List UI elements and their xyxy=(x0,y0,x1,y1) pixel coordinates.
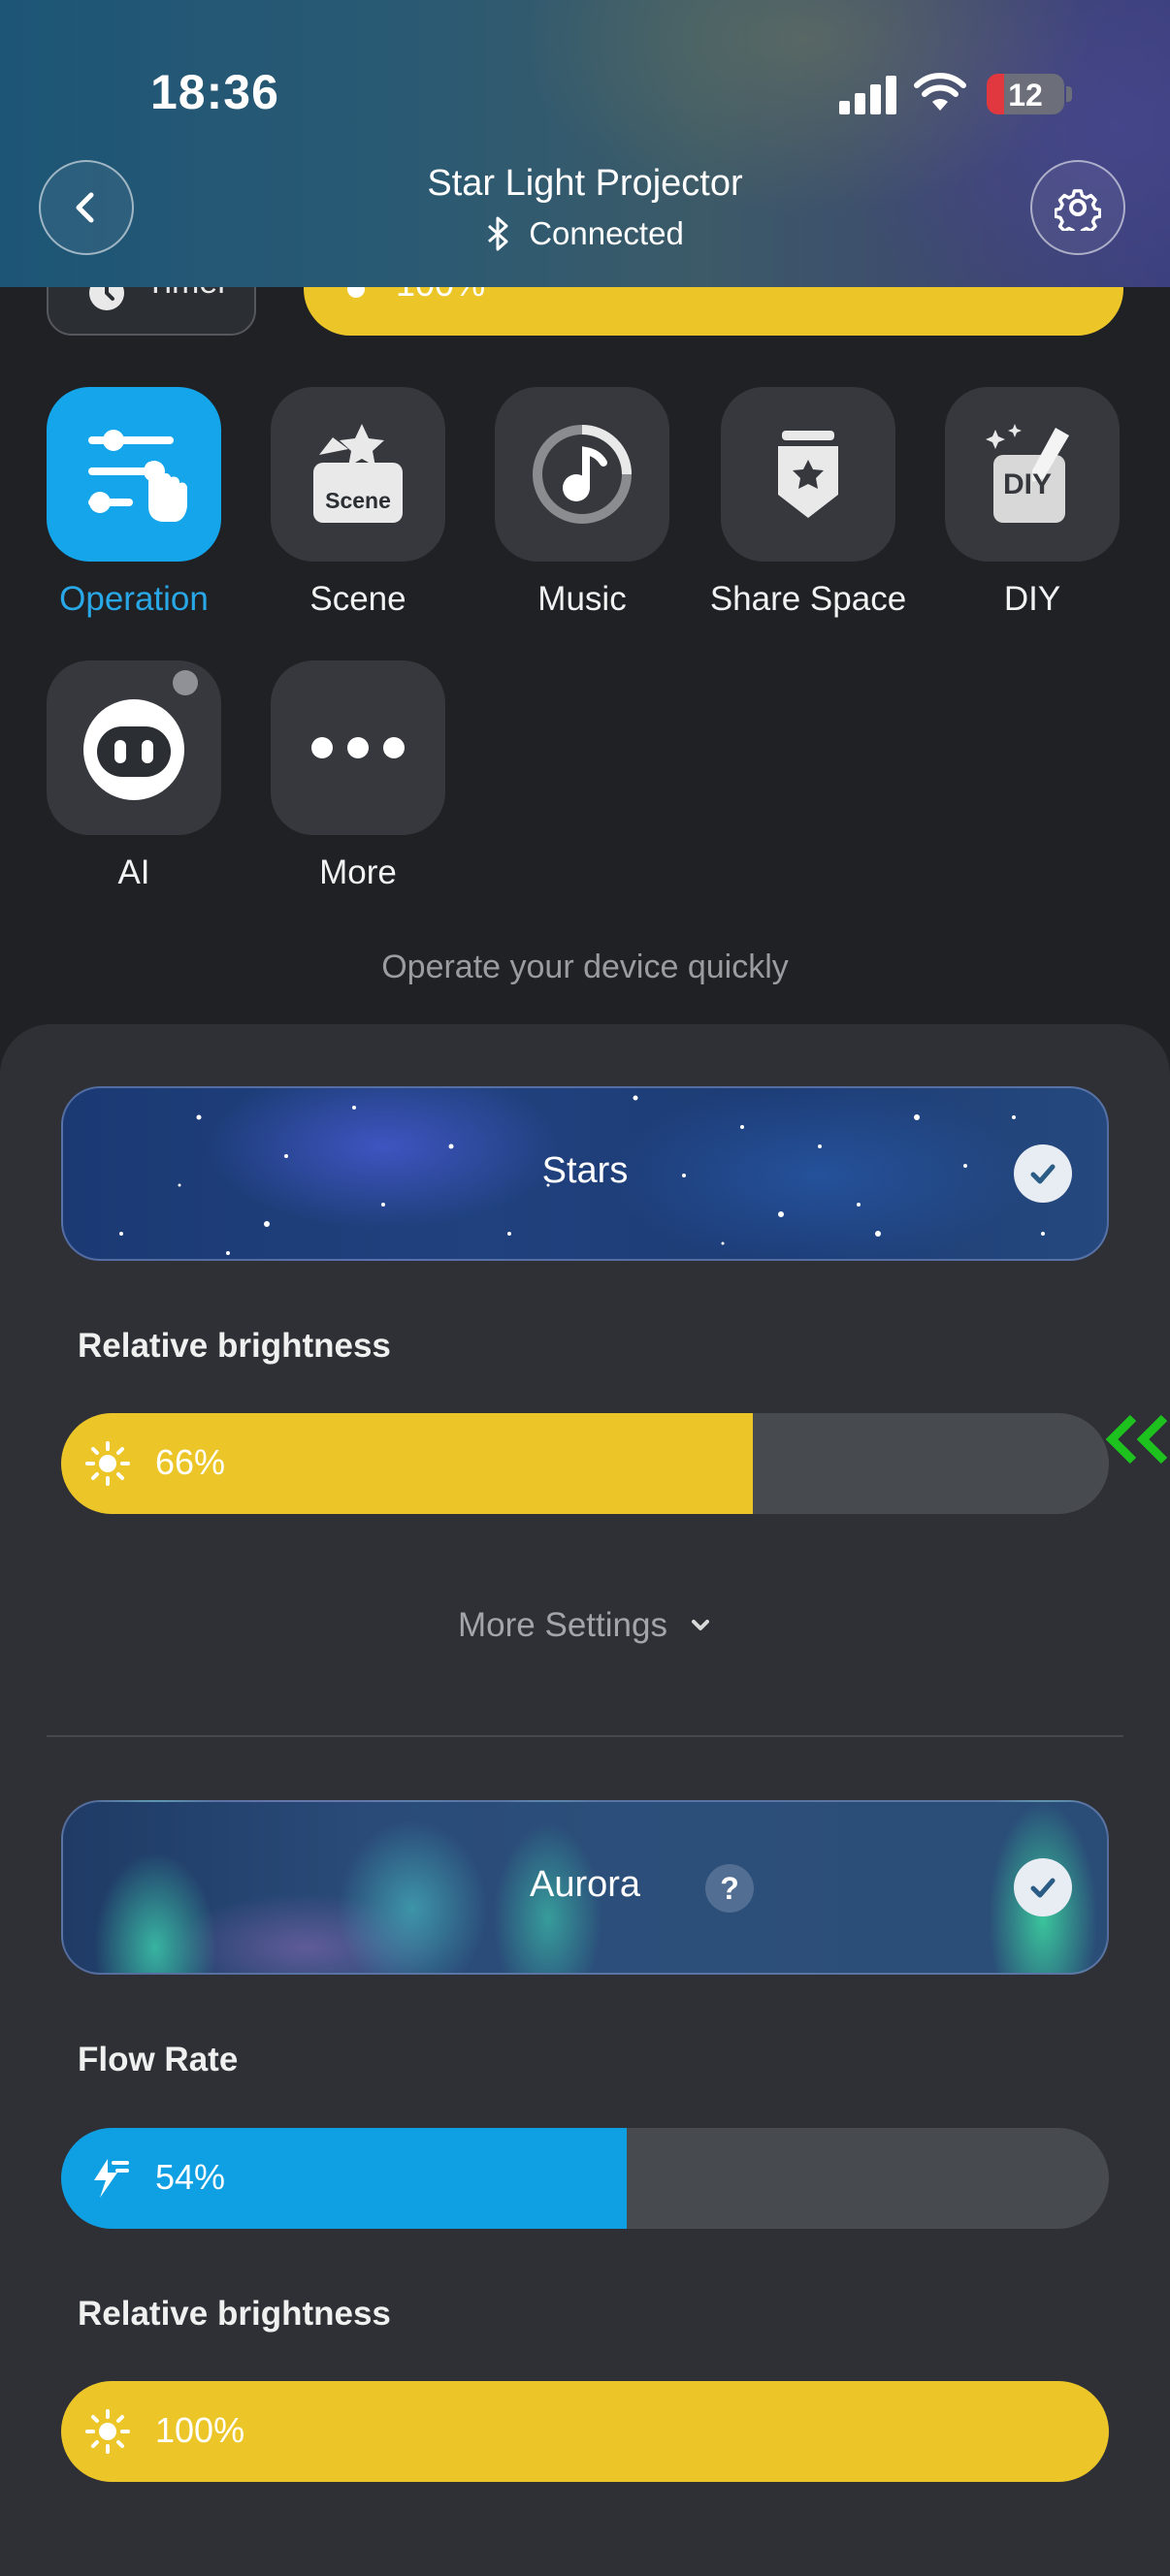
connection-status-text: Connected xyxy=(529,215,684,251)
stars-brightness-label: Relative brightness xyxy=(78,1327,391,1365)
ai-tile-label: AI xyxy=(117,853,150,891)
more-tile-label: More xyxy=(319,853,397,891)
more-settings-toggle[interactable]: More Settings xyxy=(0,1606,1170,1645)
battery-indicator: 12 xyxy=(987,74,1064,114)
status-time: 18:36 xyxy=(150,65,279,119)
flow-rate-value: 54% xyxy=(155,2157,226,2197)
more-tile[interactable] xyxy=(271,660,445,835)
operation-tile[interactable] xyxy=(47,387,221,562)
section-divider xyxy=(47,1735,1123,1737)
ai-robot-icon xyxy=(83,699,184,800)
diy-tile-label: DIY xyxy=(1003,580,1061,618)
stars-label: Stars xyxy=(541,1150,629,1191)
app-header: 18:36 12 Star Light Projector Connected xyxy=(0,0,1170,287)
stars-selected-check[interactable] xyxy=(1014,1144,1072,1203)
share-space-tile[interactable] xyxy=(721,387,895,562)
more-icon xyxy=(311,737,405,758)
music-icon xyxy=(533,425,632,524)
settings-button[interactable] xyxy=(1030,160,1125,255)
device-title: Star Light Projector xyxy=(427,163,743,204)
diy-tile[interactable]: DIY xyxy=(945,387,1120,562)
diy-badge-text: DIY xyxy=(1002,468,1052,500)
chevron-left-icon xyxy=(76,192,94,223)
aurora-effect-card[interactable]: Aurora ? xyxy=(61,1800,1109,1975)
stars-brightness-slider[interactable]: 66% xyxy=(61,1413,1109,1514)
gear-icon xyxy=(1055,189,1101,231)
aurora-brightness-label: Relative brightness xyxy=(78,2295,391,2333)
ai-chat-badge-icon xyxy=(173,670,198,695)
cellular-signal-icon xyxy=(839,76,897,114)
back-button[interactable] xyxy=(39,160,134,255)
scene-icon xyxy=(313,424,403,523)
flow-rate-slider[interactable]: 54% xyxy=(61,2128,1109,2229)
battery-tip xyxy=(1066,86,1072,102)
wifi-icon xyxy=(914,73,966,111)
scene-badge-text: Scene xyxy=(325,488,391,513)
battery-level: 12 xyxy=(1008,78,1043,113)
music-tile-label: Music xyxy=(537,580,627,618)
share-space-icon xyxy=(778,431,838,518)
operation-icon xyxy=(88,430,187,522)
checkmark-icon xyxy=(1030,1164,1056,1184)
flow-speed-icon xyxy=(94,2159,129,2198)
more-settings-label: More Settings xyxy=(458,1606,667,1644)
aurora-brightness-slider[interactable]: 100% xyxy=(61,2381,1109,2482)
connection-status: Connected xyxy=(291,215,879,252)
scene-tile[interactable]: Scene xyxy=(271,387,445,562)
music-tile[interactable] xyxy=(495,387,669,562)
share-space-tile-label: Share Space xyxy=(709,580,907,618)
ai-tile[interactable] xyxy=(47,660,221,835)
checkmark-icon xyxy=(1030,1878,1056,1898)
aurora-label: Aurora xyxy=(529,1864,641,1905)
sun-icon xyxy=(85,2409,130,2454)
operation-tile-label: Operation xyxy=(59,580,209,618)
scene-tile-label: Scene xyxy=(309,580,406,618)
help-icon[interactable]: ? xyxy=(705,1864,754,1913)
flow-rate-label: Flow Rate xyxy=(78,2041,239,2078)
stars-brightness-value: 66% xyxy=(155,1442,226,1482)
aurora-selected-check[interactable] xyxy=(1014,1858,1072,1916)
aurora-brightness-value: 100% xyxy=(155,2410,245,2450)
sun-icon xyxy=(85,1441,130,1486)
double-chevron-left-icon xyxy=(1105,1414,1168,1465)
stars-effect-card[interactable]: Stars xyxy=(61,1086,1109,1261)
chevron-down-icon xyxy=(691,1620,709,1630)
hint-text: Operate your device quickly xyxy=(381,949,789,985)
flow-rate-fill xyxy=(61,2128,628,2229)
bluetooth-icon xyxy=(488,216,508,251)
